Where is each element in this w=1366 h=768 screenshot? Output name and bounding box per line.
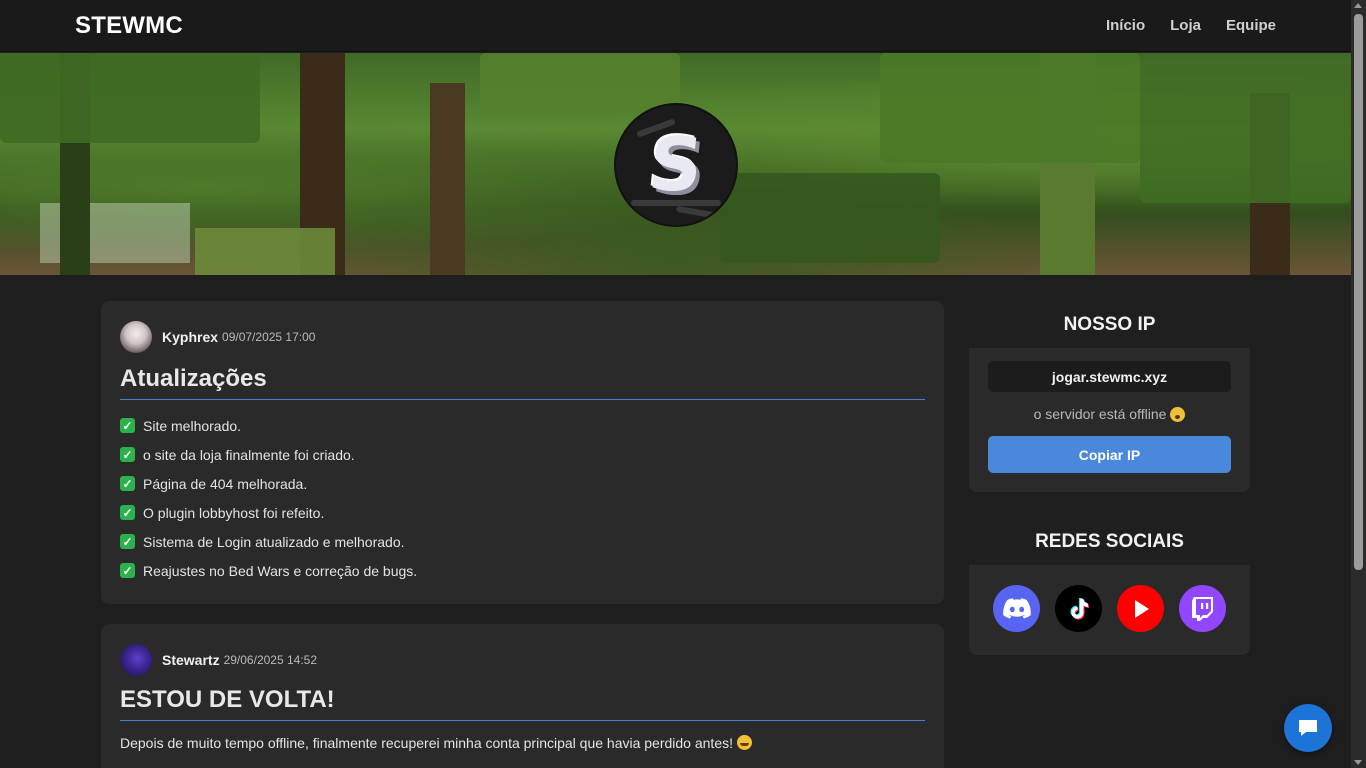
list-item: ✓ Reajustes no Bed Wars e correção de bug… xyxy=(120,556,925,585)
post-author: Stewartz xyxy=(162,652,220,668)
nav-link-inicio[interactable]: Início xyxy=(1106,17,1145,34)
card-title: NOSSO IP xyxy=(969,301,1250,348)
hero-banner: S xyxy=(0,53,1351,275)
post-header: Kyphrex 09/07/2025 17:00 xyxy=(120,321,925,353)
brand-logo-text[interactable]: STEWMC xyxy=(75,12,183,40)
post-date: 09/07/2025 17:00 xyxy=(222,330,316,344)
checkmark-icon: ✓ xyxy=(120,476,135,491)
checkmark-icon: ✓ xyxy=(120,505,135,520)
banner-foliage xyxy=(1140,63,1351,203)
list-item-text: o site da loja finalmente foi criado. xyxy=(143,446,355,463)
scroll-up-arrow-icon[interactable] xyxy=(1354,3,1362,8)
nav-link-equipe[interactable]: Equipe xyxy=(1226,17,1276,34)
list-item: ✓ Página de 404 melhorada. xyxy=(120,469,925,498)
server-logo: S xyxy=(616,105,736,225)
post-changelog-list: ✓ Site melhorado. ✓ o site da loja finalme… xyxy=(120,411,925,585)
avatar xyxy=(120,321,152,353)
list-item: ✓ o site da loja finalmente foi criado. xyxy=(120,440,925,469)
list-item: ✓ O plugin lobbyhost foi refeito. xyxy=(120,498,925,527)
youtube-icon[interactable] xyxy=(1117,585,1164,632)
server-status-text: o servidor está offline xyxy=(1033,406,1167,422)
logo-letter: S xyxy=(644,122,708,208)
discord-icon[interactable] xyxy=(993,585,1040,632)
news-post: Kyphrex 09/07/2025 17:00 Atualizações ✓ S… xyxy=(101,301,944,604)
post-title: Atualizações xyxy=(120,365,925,400)
list-item: ✓ Site melhorado. xyxy=(120,411,925,440)
tiktok-logo-svg xyxy=(1070,597,1089,620)
page-scrollbar[interactable] xyxy=(1351,0,1366,768)
list-item-text: O plugin lobbyhost foi refeito. xyxy=(143,504,325,521)
post-body: Depois de muito tempo offline, finalment… xyxy=(120,735,925,751)
scrollbar-thumb[interactable] xyxy=(1354,14,1363,570)
nav-links: Início Loja Equipe xyxy=(1106,17,1276,34)
youtube-play-svg xyxy=(1134,599,1149,618)
scroll-down-arrow-icon[interactable] xyxy=(1354,760,1362,765)
banner-foliage xyxy=(880,53,1140,163)
discord-logo-svg xyxy=(1002,597,1031,619)
banner-tree xyxy=(430,83,465,275)
top-navbar: STEWMC Início Loja Equipe xyxy=(0,0,1351,52)
checkmark-icon: ✓ xyxy=(120,447,135,462)
list-item-text: Reajustes no Bed Wars e correção de bugs… xyxy=(143,562,418,579)
chat-widget-button[interactable] xyxy=(1284,704,1332,752)
banner-grass-block xyxy=(195,228,335,275)
twitch-logo-svg xyxy=(1191,596,1213,621)
post-header: Stewartz 29/06/2025 14:52 xyxy=(120,644,925,676)
list-item-text: Sistema de Login atualizado e melhorado. xyxy=(143,533,405,550)
list-item-text: Página de 404 melhorada. xyxy=(143,475,308,492)
twitch-icon[interactable] xyxy=(1179,585,1226,632)
banner-foliage xyxy=(0,53,260,143)
banner-foliage xyxy=(720,173,940,263)
social-icons-row xyxy=(969,585,1250,632)
banner-foliage xyxy=(480,53,680,113)
copy-ip-button[interactable]: Copiar IP xyxy=(988,436,1231,473)
sleeping-face-emoji-icon xyxy=(1170,407,1186,422)
server-ip-card: NOSSO IP jogar.stewmc.xyz o servidor est… xyxy=(969,301,1250,492)
checkmark-icon: ✓ xyxy=(120,418,135,433)
post-body-text: Depois de muito tempo offline, finalment… xyxy=(120,735,733,751)
server-ip-address[interactable]: jogar.stewmc.xyz xyxy=(988,361,1231,392)
tiktok-icon[interactable] xyxy=(1055,585,1102,632)
social-links-card: REDES SOCIAIS xyxy=(969,518,1250,655)
post-author: Kyphrex xyxy=(162,329,219,345)
nav-link-loja[interactable]: Loja xyxy=(1170,17,1201,34)
news-post: Stewartz 29/06/2025 14:52 ESTOU DE VOLTA… xyxy=(101,624,944,768)
checkmark-icon: ✓ xyxy=(120,563,135,578)
chat-bubble-icon xyxy=(1299,720,1317,736)
grinning-face-emoji-icon xyxy=(737,735,752,750)
server-status: o servidor está offline xyxy=(969,406,1250,423)
list-item-text: Site melhorado. xyxy=(143,417,242,434)
post-title: ESTOU DE VOLTA! xyxy=(120,686,925,721)
checkmark-icon: ✓ xyxy=(120,534,135,549)
list-item: ✓ Sistema de Login atualizado e melhorado… xyxy=(120,527,925,556)
post-date: 29/06/2025 14:52 xyxy=(223,653,317,667)
card-title: REDES SOCIAIS xyxy=(969,518,1250,565)
avatar xyxy=(120,644,152,676)
